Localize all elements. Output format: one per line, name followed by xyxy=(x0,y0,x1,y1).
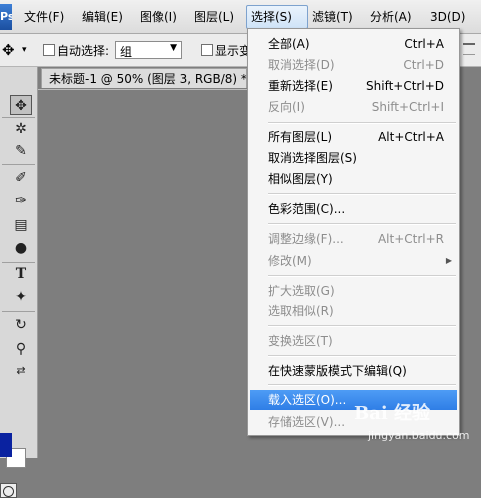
menu-edit[interactable]: 编辑(E) xyxy=(78,5,127,29)
type-tool-icon[interactable]: T xyxy=(10,264,32,284)
zoom-tool-icon[interactable]: ⚲ xyxy=(10,339,32,359)
menu-select[interactable]: 选择(S) xyxy=(246,5,308,29)
document-title: 未标题-1 @ 50% (图层 3, RGB/8) * xyxy=(49,72,247,86)
move-tool-icon[interactable]: ✥ xyxy=(10,95,32,115)
dodge-tool-icon[interactable]: ● xyxy=(10,238,32,258)
menu-item-reselect[interactable]: 重新选择(E) Shift+Ctrl+D xyxy=(268,76,458,96)
menu-item-similar-layers[interactable]: 相似图层(Y) xyxy=(268,169,458,189)
show-transform-label: 显示变 xyxy=(215,44,252,58)
move-tool-icon[interactable]: ✥ xyxy=(2,41,15,59)
tools-panel: ✥ ✲ ✎ ✐ ✑ ▤ ● T ✦ ↻ ⚲ ⇄ xyxy=(0,67,38,498)
tools-divider xyxy=(2,117,35,118)
menu-analysis[interactable]: 分析(A) xyxy=(366,5,416,29)
menu-item-quick-mask[interactable]: 在快速蒙版模式下编辑(Q) xyxy=(268,361,458,381)
foreground-color-swatch[interactable] xyxy=(0,433,12,457)
align-top-icon[interactable] xyxy=(463,43,475,55)
menu-item-color-range[interactable]: 色彩范围(C)... xyxy=(268,199,458,219)
menu-item-save-selection[interactable]: 存储选区(V)... xyxy=(268,412,458,432)
history-brush-tool-icon[interactable]: ✑ xyxy=(10,191,32,211)
custom-shape-tool-icon[interactable]: ✦ xyxy=(10,287,32,307)
menu-item-deselect-layers[interactable]: 取消选择图层(S) xyxy=(268,148,458,168)
canvas-edge xyxy=(38,89,247,90)
submenu-arrow-icon: ▶ xyxy=(445,256,452,265)
menu-separator xyxy=(268,355,456,357)
document-tab[interactable]: 未标题-1 @ 50% (图层 3, RGB/8) *× xyxy=(41,68,247,88)
menu-separator xyxy=(268,384,456,386)
photoshop-logo[interactable]: Ps xyxy=(0,4,12,30)
swap-colors-icon[interactable]: ⇄ xyxy=(10,361,32,381)
3d-rotate-tool-icon[interactable]: ↻ xyxy=(10,315,32,335)
menu-item-modify[interactable]: 修改(M) ▶ xyxy=(268,251,458,271)
menu-filter[interactable]: 滤镜(T) xyxy=(308,5,357,29)
menu-file[interactable]: 文件(F) xyxy=(20,5,68,29)
tools-divider xyxy=(2,164,35,165)
select-menu-dropdown: 全部(A) Ctrl+A 取消选择(D) Ctrl+D 重新选择(E) Shift+C… xyxy=(247,28,460,436)
menu-item-load-selection[interactable]: 载入选区(O)... xyxy=(268,390,458,410)
menu-item-deselect[interactable]: 取消选择(D) Ctrl+D xyxy=(268,55,458,75)
tools-divider xyxy=(2,262,35,263)
eyedropper-tool-icon[interactable]: ✎ xyxy=(10,141,32,161)
menu-layer[interactable]: 图层(L) xyxy=(190,5,238,29)
auto-select-label: 自动选择: xyxy=(57,44,110,58)
chevron-down-icon: ▼ xyxy=(170,43,177,53)
brush-tool-icon[interactable]: ✐ xyxy=(10,168,32,188)
menu-separator xyxy=(268,193,456,195)
tool-preset-chevron-icon[interactable]: ▾ xyxy=(22,45,27,55)
menu-separator xyxy=(268,275,456,277)
menu-separator xyxy=(268,122,456,124)
quick-mask-button[interactable] xyxy=(0,483,17,498)
menu-item-refine-edge[interactable]: 调整边缘(F)... Alt+Ctrl+R xyxy=(268,229,458,249)
menu-image[interactable]: 图像(I) xyxy=(136,5,181,29)
auto-select-checkbox[interactable] xyxy=(43,44,55,56)
menu-item-similar[interactable]: 选取相似(R) xyxy=(268,301,458,321)
menu-item-inverse[interactable]: 反向(I) Shift+Ctrl+I xyxy=(268,97,458,117)
menu-separator xyxy=(268,325,456,327)
magic-wand-tool-icon[interactable]: ✲ xyxy=(10,119,32,139)
gradient-tool-icon[interactable]: ▤ xyxy=(10,215,32,235)
menu-separator xyxy=(268,223,456,225)
menu-3d[interactable]: 3D(D) xyxy=(426,5,469,29)
auto-select-dropdown[interactable]: 组 ▼ xyxy=(115,41,182,59)
show-transform-checkbox[interactable] xyxy=(201,44,213,56)
quick-mask-icon xyxy=(3,486,14,497)
menu-item-all-layers[interactable]: 所有图层(L) Alt+Ctrl+A xyxy=(268,127,458,147)
menu-item-select-all[interactable]: 全部(A) Ctrl+A xyxy=(268,34,458,54)
menu-item-grow[interactable]: 扩大选取(G) xyxy=(268,281,458,301)
menu-item-transform-selection[interactable]: 变换选区(T) xyxy=(268,331,458,351)
tools-divider xyxy=(2,311,35,312)
auto-select-value: 组 xyxy=(120,45,133,59)
